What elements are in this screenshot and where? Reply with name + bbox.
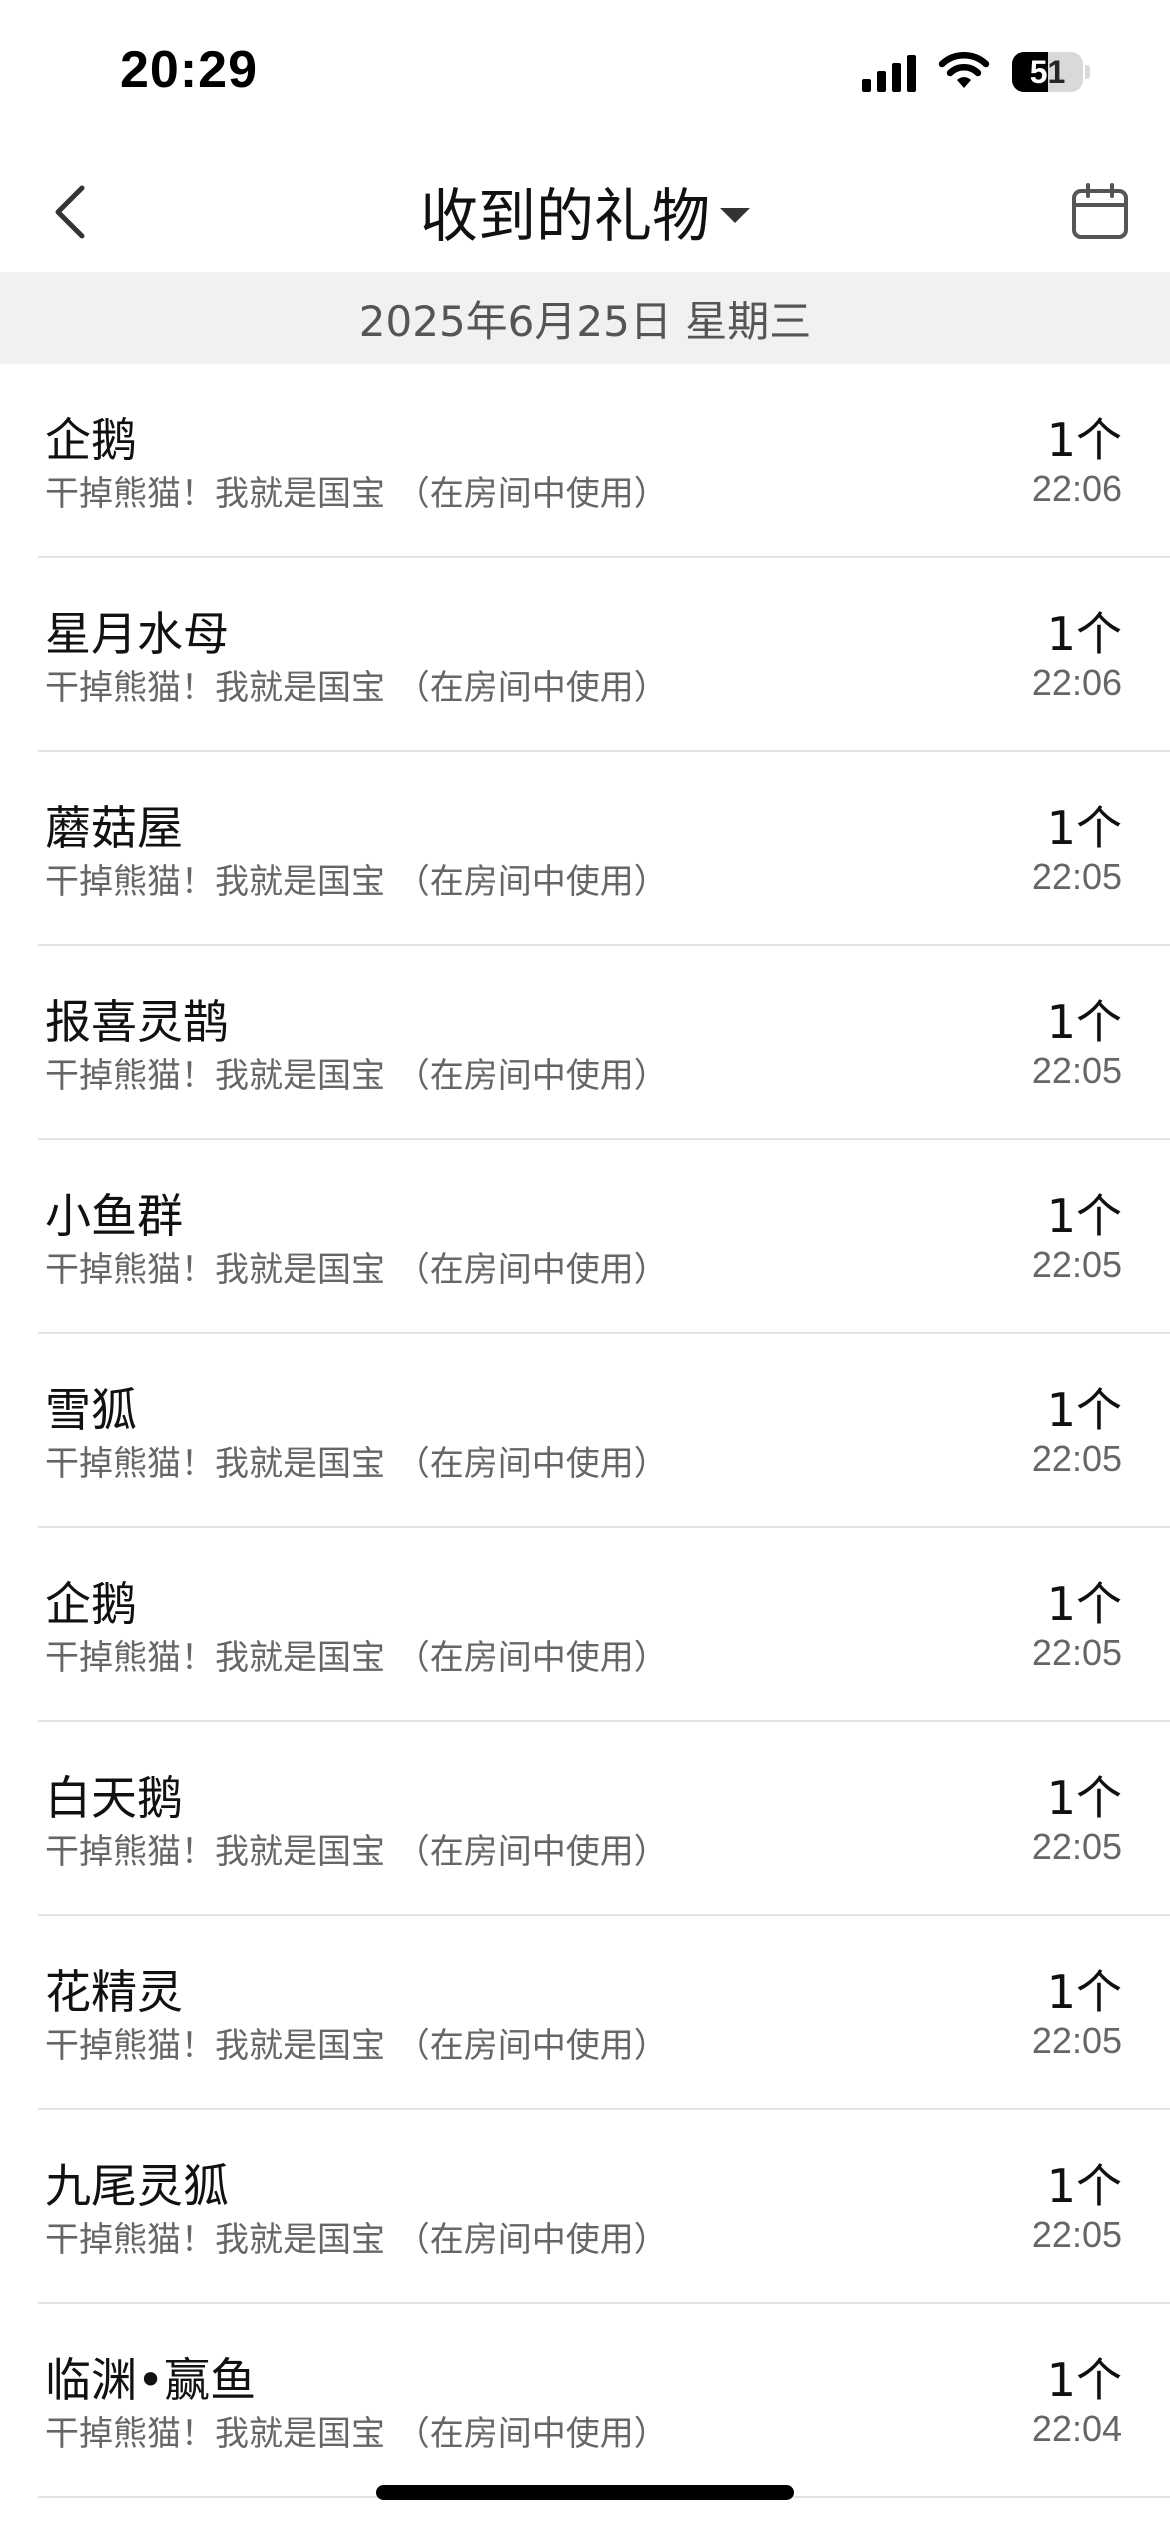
gift-count: 1个 xyxy=(1046,1771,1122,1825)
gift-time: 22:06 xyxy=(1031,468,1122,509)
list-item[interactable]: 蘑菇屋 干掉熊猫！我就是国宝 （在房间中使用） 1个 22:05 xyxy=(0,752,1170,946)
list-item[interactable]: 企鹅 干掉熊猫！我就是国宝 （在房间中使用） 1个 22:05 xyxy=(0,1528,1170,1722)
gift-name: 报喜灵鹊 xyxy=(45,995,229,1049)
title-dropdown[interactable]: 收到的礼物 xyxy=(0,150,1170,272)
gift-count: 1个 xyxy=(1046,607,1122,661)
gift-source: 干掉熊猫！我就是国宝 （在房间中使用） xyxy=(45,1444,668,1484)
gift-name: 雪狐 xyxy=(45,1383,137,1437)
gift-time: 22:06 xyxy=(1031,662,1122,703)
gift-source: 干掉熊猫！我就是国宝 （在房间中使用） xyxy=(45,2026,668,2066)
gift-count: 1个 xyxy=(1046,1189,1122,1243)
gift-name: 白天鹅 xyxy=(45,1771,183,1825)
page-title: 收到的礼物 xyxy=(419,182,710,250)
gift-source: 干掉熊猫！我就是国宝 （在房间中使用） xyxy=(45,668,668,708)
date-section-header: 2025年6月25日 星期三 xyxy=(0,272,1170,364)
status-bar: 20:29 51 xyxy=(0,0,1170,150)
gift-count: 1个 xyxy=(1046,413,1122,467)
gift-name: 星月水母 xyxy=(45,607,229,661)
gift-time: 22:04 xyxy=(1031,2408,1122,2449)
gift-time: 22:05 xyxy=(1031,1632,1122,1673)
gift-name: 蘑菇屋 xyxy=(45,801,183,855)
gift-time: 22:05 xyxy=(1031,1050,1122,1091)
home-indicator[interactable] xyxy=(376,2485,794,2500)
nav-bar: 收到的礼物 xyxy=(0,150,1170,272)
gift-name: 小鱼群 xyxy=(45,1189,183,1243)
gift-count: 1个 xyxy=(1046,2353,1122,2407)
gift-name: 企鹅 xyxy=(45,413,137,467)
battery-icon: 51 xyxy=(1012,52,1090,92)
list-item[interactable]: 报喜灵鹊 干掉熊猫！我就是国宝 （在房间中使用） 1个 22:05 xyxy=(0,946,1170,1140)
gift-name: 九尾灵狐 xyxy=(45,2159,229,2213)
wifi-icon xyxy=(938,52,990,88)
gift-name: 花精灵 xyxy=(45,1965,183,2019)
gift-source: 干掉熊猫！我就是国宝 （在房间中使用） xyxy=(45,1056,668,1096)
gift-source: 干掉熊猫！我就是国宝 （在房间中使用） xyxy=(45,474,668,514)
gift-time: 22:05 xyxy=(1031,856,1122,897)
list-item[interactable]: 雪狐 干掉熊猫！我就是国宝 （在房间中使用） 1个 22:05 xyxy=(0,1334,1170,1528)
list-item[interactable]: 小鱼群 干掉熊猫！我就是国宝 （在房间中使用） 1个 22:05 xyxy=(0,1140,1170,1334)
gift-count: 1个 xyxy=(1046,1383,1122,1437)
status-time: 20:29 xyxy=(120,41,258,99)
list-item[interactable]: 临渊•赢鱼 干掉熊猫！我就是国宝 （在房间中使用） 1个 22:04 xyxy=(0,2304,1170,2498)
gift-count: 1个 xyxy=(1046,2159,1122,2213)
gift-time: 22:05 xyxy=(1031,1438,1122,1479)
gift-name: 临渊•赢鱼 xyxy=(45,2353,257,2407)
gift-source: 干掉熊猫！我就是国宝 （在房间中使用） xyxy=(45,1250,668,1290)
list-item[interactable]: 星月水母 干掉熊猫！我就是国宝 （在房间中使用） 1个 22:06 xyxy=(0,558,1170,752)
gift-source: 干掉熊猫！我就是国宝 （在房间中使用） xyxy=(45,1832,668,1872)
gift-source: 干掉熊猫！我就是国宝 （在房间中使用） xyxy=(45,2414,668,2454)
gift-time: 22:05 xyxy=(1031,1244,1122,1285)
list-item[interactable]: 白天鹅 干掉熊猫！我就是国宝 （在房间中使用） 1个 22:05 xyxy=(0,1722,1170,1916)
gift-time: 22:05 xyxy=(1031,2020,1122,2061)
gift-source: 干掉熊猫！我就是国宝 （在房间中使用） xyxy=(45,1638,668,1678)
gift-count: 1个 xyxy=(1046,1577,1122,1631)
gift-source: 干掉熊猫！我就是国宝 （在房间中使用） xyxy=(45,862,668,902)
gift-count: 1个 xyxy=(1046,995,1122,1049)
gift-name: 企鹅 xyxy=(45,1577,137,1631)
gift-source: 干掉熊猫！我就是国宝 （在房间中使用） xyxy=(45,2220,668,2260)
gift-time: 22:05 xyxy=(1031,2214,1122,2255)
battery-level: 51 xyxy=(1029,53,1066,90)
gift-list: 企鹅 干掉熊猫！我就是国宝 （在房间中使用） 1个 22:06 星月水母 干掉熊… xyxy=(0,364,1170,2498)
calendar-button[interactable] xyxy=(1060,172,1140,252)
caret-down-icon xyxy=(720,207,750,223)
gift-time: 22:05 xyxy=(1031,1826,1122,1867)
gift-count: 1个 xyxy=(1046,801,1122,855)
list-item[interactable]: 花精灵 干掉熊猫！我就是国宝 （在房间中使用） 1个 22:05 xyxy=(0,1916,1170,2110)
status-icons: 51 xyxy=(862,52,1090,92)
calendar-icon xyxy=(1072,183,1128,239)
signal-icon xyxy=(862,52,916,92)
list-item[interactable]: 企鹅 干掉熊猫！我就是国宝 （在房间中使用） 1个 22:06 xyxy=(0,364,1170,558)
gift-count: 1个 xyxy=(1046,1965,1122,2019)
list-item[interactable]: 九尾灵狐 干掉熊猫！我就是国宝 （在房间中使用） 1个 22:05 xyxy=(0,2110,1170,2304)
